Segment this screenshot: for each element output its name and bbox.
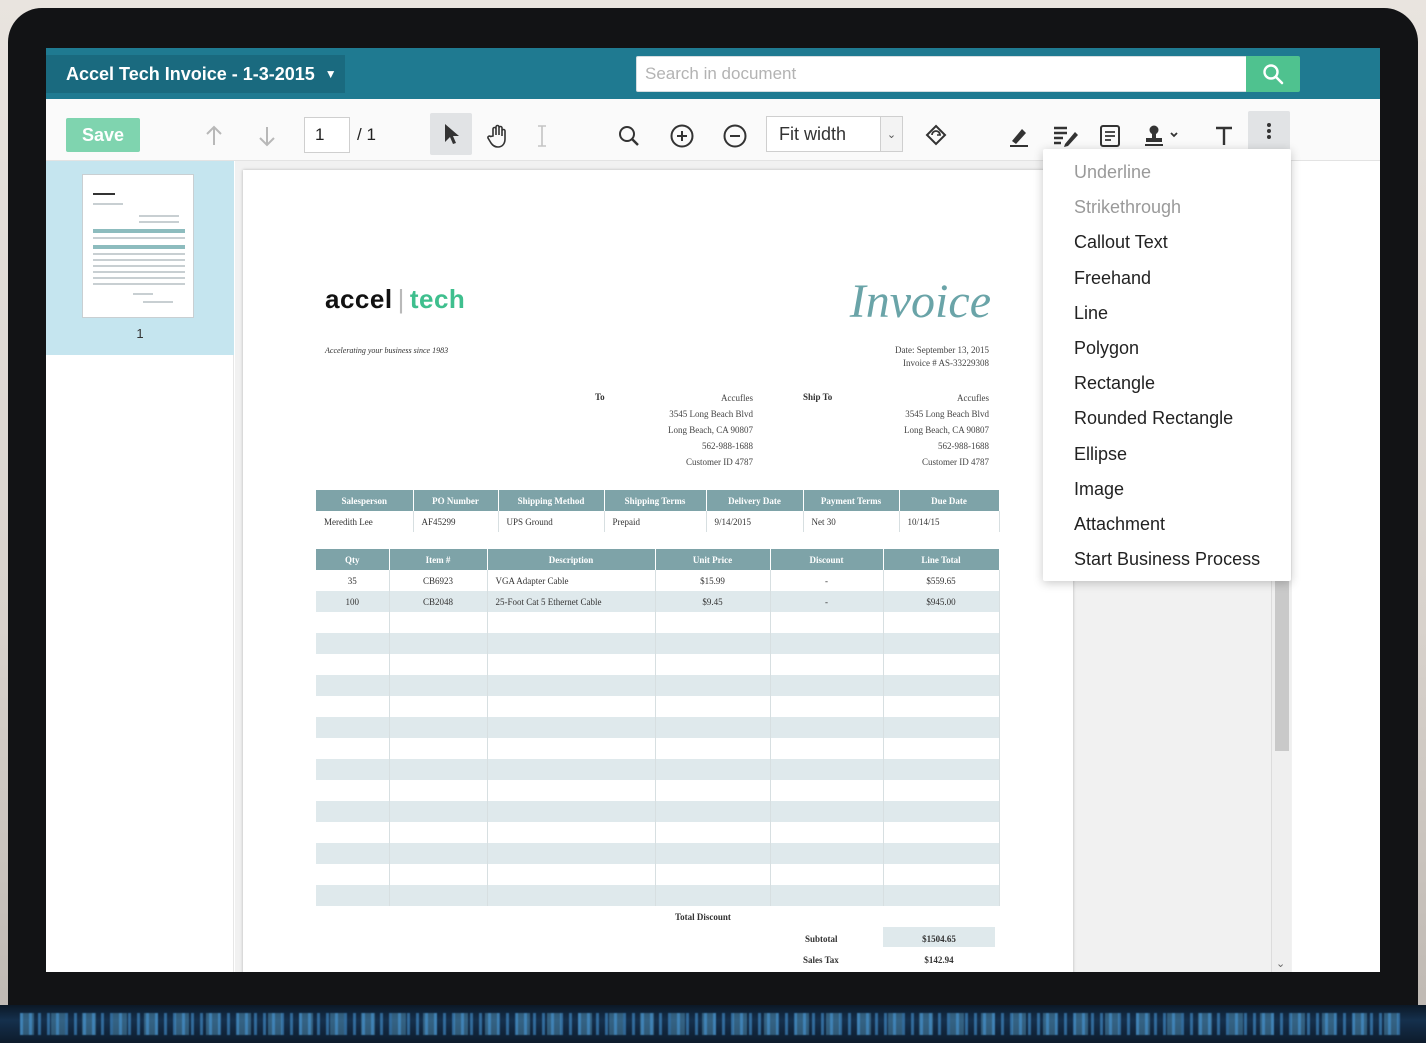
- text-cursor-icon: [538, 125, 546, 147]
- app-screen: Accel Tech Invoice - 1-3-2015 ▼ Save / 1: [46, 48, 1380, 972]
- menu-item-freehand[interactable]: Freehand: [1043, 261, 1291, 296]
- next-page-button[interactable]: [250, 119, 284, 153]
- page-thumbnail-item[interactable]: 1: [46, 161, 234, 355]
- invoice-title: Invoice: [849, 275, 991, 328]
- subtotal-value: $1504.65: [922, 934, 956, 944]
- zoom-out-button[interactable]: [718, 119, 752, 153]
- document-page: accel | tech Accelerating your business si…: [243, 170, 1073, 972]
- menu-item-polygon[interactable]: Polygon: [1043, 331, 1291, 366]
- page-number-input[interactable]: [304, 117, 350, 153]
- zoom-in-button[interactable]: [665, 119, 699, 153]
- sales-tax-label: Sales Tax: [803, 955, 839, 965]
- menu-item-underline[interactable]: Underline: [1043, 155, 1291, 190]
- menu-item-line[interactable]: Line: [1043, 296, 1291, 331]
- ship-to-label: Ship To: [803, 392, 833, 402]
- rotate-icon: [925, 124, 947, 146]
- subtotal-label: Subtotal: [805, 934, 838, 944]
- more-vertical-icon: [1267, 123, 1271, 139]
- document-title-dropdown[interactable]: Accel Tech Invoice - 1-3-2015 ▼: [46, 55, 345, 93]
- zoom-in-icon: [670, 124, 694, 148]
- document-title: Accel Tech Invoice - 1-3-2015: [66, 63, 315, 84]
- thumbnail-page-number: 1: [136, 326, 144, 341]
- right-pane: [1292, 161, 1380, 972]
- text-icon: [1216, 126, 1232, 145]
- text-select-tool-button[interactable]: [525, 119, 559, 153]
- menu-item-ellipse[interactable]: Ellipse: [1043, 437, 1291, 472]
- top-bar: Accel Tech Invoice - 1-3-2015 ▼: [46, 48, 1380, 99]
- menu-item-rectangle[interactable]: Rectangle: [1043, 366, 1291, 401]
- thumbnail-sidebar: 1: [46, 161, 234, 972]
- menu-item-strikethrough[interactable]: Strikethrough: [1043, 190, 1291, 225]
- menu-item-image[interactable]: Image: [1043, 472, 1291, 507]
- pan-tool-button[interactable]: [481, 119, 515, 153]
- page-count: / 1: [357, 125, 376, 144]
- stamp-icon: [1145, 125, 1178, 146]
- invoice-date: Date: September 13, 2015: [895, 345, 989, 355]
- form-field-tool-button[interactable]: [1048, 119, 1082, 153]
- table-row: 35 CB6923 VGA Adapter Cable $15.99- $559.65: [316, 570, 1000, 591]
- scrollbar-thumb[interactable]: [1275, 581, 1289, 751]
- zoom-search-button[interactable]: [612, 119, 646, 153]
- menu-item-callout-text[interactable]: Callout Text: [1043, 225, 1291, 260]
- company-tagline: Accelerating your business since 1983: [325, 346, 449, 355]
- ship-to-address: Accufles 3545 Long Beach Blvd Long Beach…: [904, 393, 989, 467]
- line-items-table: Qty Item # Description Unit Price Discount Li…: [316, 549, 1000, 906]
- form-edit-icon: [1054, 126, 1078, 147]
- company-logo: accel | tech: [325, 284, 466, 314]
- stamp-tool-button[interactable]: [1139, 119, 1185, 153]
- invoice-number: Invoice # AS-33229308: [903, 358, 989, 368]
- search-button[interactable]: [1246, 56, 1300, 92]
- laptop-keyboard-base: [0, 1005, 1426, 1043]
- text-tool-button[interactable]: [1207, 119, 1241, 153]
- zoom-mode-select[interactable]: Fit width ⌄: [766, 116, 903, 152]
- order-details-table: Salesperson PO Number Shipping Method Shipp…: [316, 490, 1000, 532]
- note-icon: [1100, 125, 1120, 147]
- to-address: Accufles 3545 Long Beach Blvd Long Beach…: [668, 393, 753, 467]
- sales-tax-value: $142.94: [924, 955, 954, 965]
- highlight-tool-button[interactable]: [1002, 119, 1036, 153]
- pointer-icon: [445, 124, 459, 144]
- hand-icon: [487, 124, 506, 148]
- magnifier-icon: [619, 126, 639, 146]
- zoom-out-icon: [723, 124, 747, 148]
- to-label: To: [595, 392, 605, 402]
- menu-item-rounded-rectangle[interactable]: Rounded Rectangle: [1043, 401, 1291, 436]
- page-thumbnail: [82, 174, 194, 318]
- chevron-down-icon[interactable]: ⌄: [1276, 957, 1285, 970]
- marker-icon: [1010, 129, 1028, 147]
- save-button[interactable]: Save: [66, 118, 140, 152]
- table-row: 100 CB2048 25-Foot Cat 5 Ethernet Cable $9.…: [316, 591, 1000, 612]
- sticky-note-tool-button[interactable]: [1093, 119, 1127, 153]
- search-icon: [1263, 64, 1284, 85]
- arrow-up-icon: [206, 125, 222, 145]
- invoice-meta: Date: September 13, 2015 Invoice # AS-33…: [895, 344, 989, 370]
- more-tools-button[interactable]: [1248, 111, 1290, 151]
- menu-item-attachment[interactable]: Attachment: [1043, 507, 1291, 542]
- total-discount-label: Total Discount: [675, 912, 731, 922]
- rotate-button[interactable]: [919, 119, 953, 153]
- arrow-down-icon: [259, 127, 275, 147]
- previous-page-button[interactable]: [197, 119, 231, 153]
- annotation-menu: Underline Strikethrough Callout Text Fre…: [1043, 149, 1291, 581]
- chevron-down-icon: ▼: [324, 67, 337, 81]
- menu-item-start-business-process[interactable]: Start Business Process: [1043, 542, 1291, 577]
- zoom-mode-value: Fit width: [779, 123, 847, 144]
- chevron-down-icon: ⌄: [880, 117, 902, 151]
- select-tool-button[interactable]: [430, 113, 472, 155]
- table-row: Meredith Lee AF45299 UPS Ground Prepaid 9/14…: [316, 511, 1000, 532]
- search-input[interactable]: [636, 56, 1247, 92]
